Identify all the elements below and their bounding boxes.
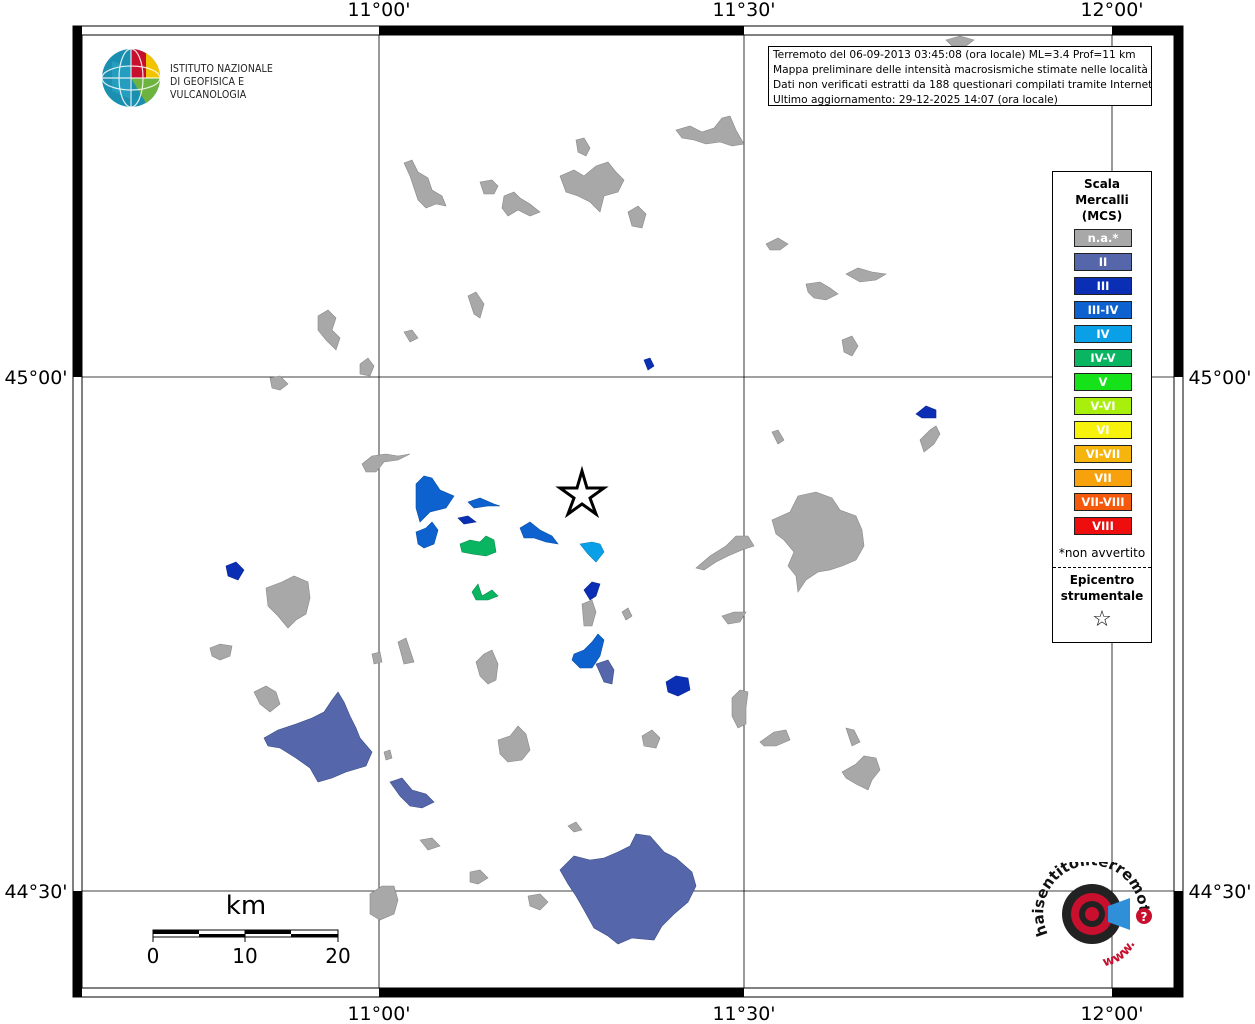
map-inner-frame	[81, 34, 1175, 989]
legend-title: Scala Mercalli (MCS)	[1053, 176, 1151, 224]
legend-swatch: IV	[1074, 325, 1132, 343]
lon-label-top-1: 11°00'	[347, 0, 410, 21]
lat-label-right-1: 45°00'	[1188, 367, 1251, 389]
ingv-name: ISTITUTO NAZIONALE DI GEOFISICA E VULCAN…	[170, 63, 320, 102]
legend-separator	[1053, 567, 1151, 568]
scale-bar-graphic: km 0 10 20	[147, 891, 351, 968]
lon-label-bottom-2: 11°30'	[712, 1003, 775, 1024]
scale-bar: km 0 10 20	[140, 890, 370, 970]
event-info-line4: Ultimo aggiornamento: 29-12-2025 14:07 (…	[773, 94, 1058, 106]
lat-label-left-2: 44°30'	[4, 881, 67, 903]
ingv-logo: ISTITUTO NAZIONALE DI GEOFISICA E VULCAN…	[100, 46, 320, 110]
lat-label-right-2: 44°30'	[1188, 881, 1251, 903]
border-bar-right	[1174, 26, 1183, 377]
scale-tick-0: 0	[147, 944, 160, 968]
lat-label-left-1: 45°00'	[4, 367, 67, 389]
intensity-legend: Scala Mercalli (MCS) n.a.* II III III-IV IV I…	[1052, 171, 1152, 643]
legend-swatch: VII	[1074, 469, 1132, 487]
svg-text:?: ?	[1141, 910, 1148, 924]
scale-unit: km	[226, 891, 266, 921]
ingv-name-line1: ISTITUTO NAZIONALE	[170, 63, 273, 75]
border-bar-top	[379, 26, 744, 35]
event-info-box: Terremoto del 06-09-2013 03:45:08 (ora l…	[768, 46, 1152, 106]
legend-swatch: III	[1074, 277, 1132, 295]
legend-note: *non avvertito	[1058, 546, 1146, 560]
svg-text:www.: www.	[1101, 938, 1139, 970]
event-info-line3: Dati non verificati estratti da 188 ques…	[773, 79, 1152, 91]
hsi-logo: haisentitoilterremoto.it www. ?	[1026, 848, 1160, 982]
scale-tick-20: 20	[325, 944, 350, 968]
legend-star-icon: ☆	[1092, 607, 1112, 632]
legend-swatch: II	[1074, 253, 1132, 271]
legend-title-line2: Mercalli	[1075, 193, 1129, 207]
border-bar-bottom	[379, 988, 744, 997]
legend-epicenter-line1: Epicentro	[1069, 573, 1135, 587]
legend-title-line1: Scala	[1083, 177, 1121, 191]
legend-swatch: V-VI	[1074, 397, 1132, 415]
lon-label-bottom-3: 12°00'	[1080, 1003, 1143, 1024]
hsi-logo-www: www.	[1101, 938, 1139, 970]
lon-label-top-3: 12°00'	[1080, 0, 1143, 21]
legend-swatch: VI	[1074, 421, 1132, 439]
legend-swatch: III-IV	[1074, 301, 1132, 319]
globe-icon	[101, 48, 161, 108]
legend-swatch: VI-VII	[1074, 445, 1132, 463]
border-bar-left	[73, 26, 82, 377]
event-info-line1: Terremoto del 06-09-2013 03:45:08 (ora l…	[773, 49, 1136, 61]
locality-polygon	[371, 651, 383, 665]
ingv-name-line2: DI GEOFISICA E VULCANOLOGIA	[170, 76, 247, 101]
legend-swatch: VIII	[1074, 517, 1132, 535]
legend-epicenter-line2: strumentale	[1060, 589, 1144, 603]
scale-tick-10: 10	[232, 944, 257, 968]
lon-label-top-2: 11°30'	[712, 0, 775, 21]
legend-swatch: n.a.*	[1074, 229, 1132, 247]
lon-label-bottom-1: 11°00'	[347, 1003, 410, 1024]
event-info-line2: Mappa preliminare delle intensità macros…	[773, 64, 1148, 76]
legend-swatch: V	[1074, 373, 1132, 391]
hsi-logo-graphic: haisentitoilterremoto.it www. ?	[1026, 848, 1153, 970]
legend-epicenter-label: Epicentro strumentale	[1053, 572, 1151, 604]
legend-swatch: VII-VIII	[1074, 493, 1132, 511]
legend-swatch: IV-V	[1074, 349, 1132, 367]
legend-title-line3: (MCS)	[1081, 209, 1123, 223]
